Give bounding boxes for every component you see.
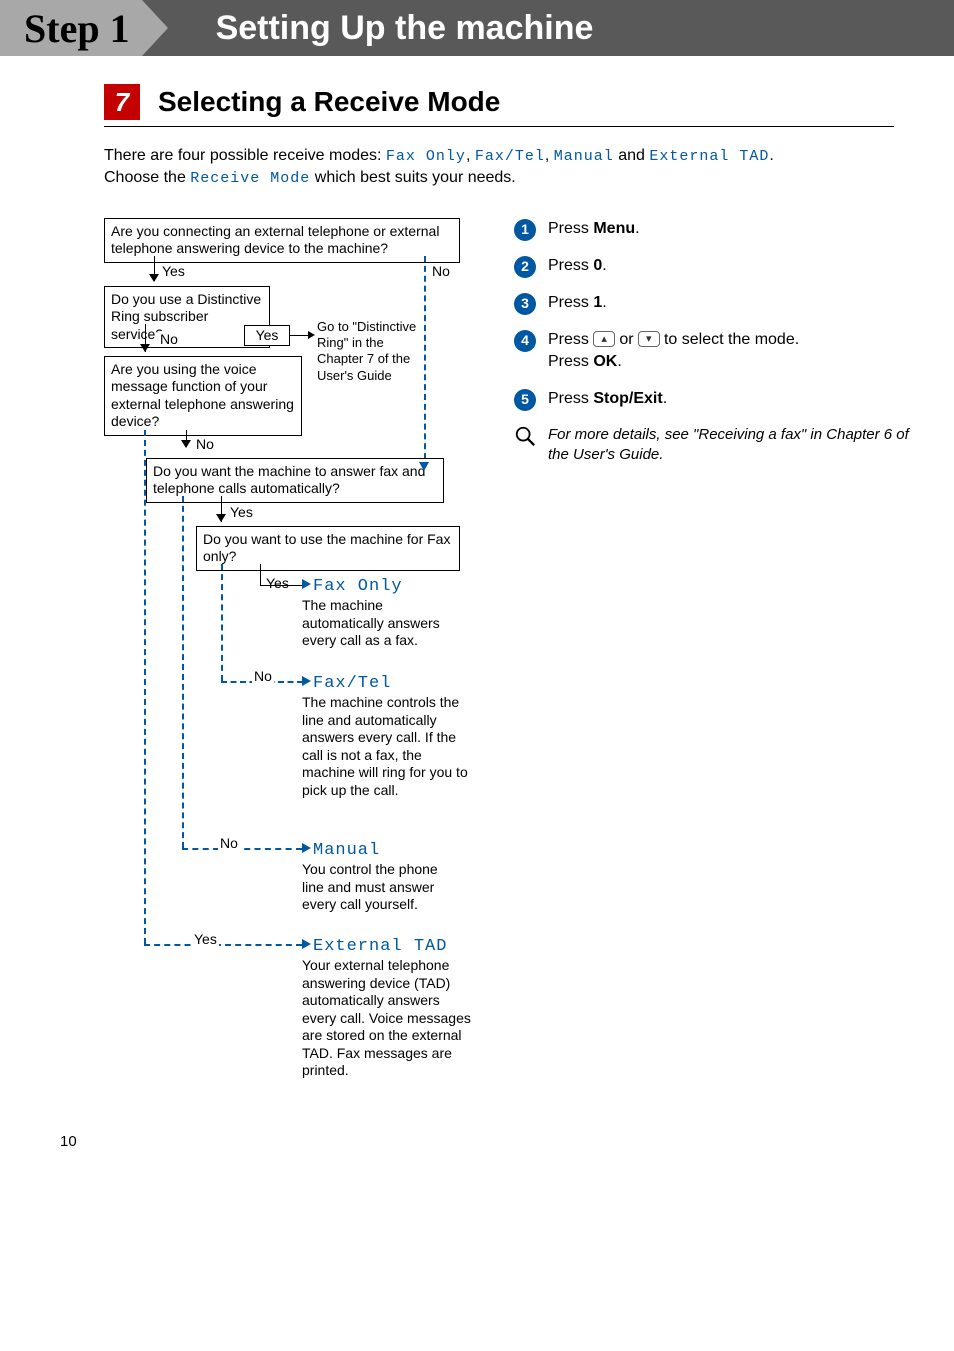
label-no: No xyxy=(430,263,452,279)
mode-label: Fax Only xyxy=(386,148,466,165)
note-text: For more details, see "Receiving a fax" … xyxy=(548,425,914,466)
steps-column: 1 Press Menu. 2 Press 0. 3 Press 1. 4 Pr… xyxy=(514,218,914,465)
flow-q1: Are you connecting an external telephone… xyxy=(104,218,460,263)
intro-part: There are four possible receive modes: xyxy=(104,147,386,164)
step-3: 3 Press 1. xyxy=(514,292,914,315)
mode-label: Manual xyxy=(554,148,614,165)
page-title: Setting Up the machine xyxy=(172,0,594,56)
label-yes: Yes xyxy=(264,575,291,591)
mode-title: Fax/Tel xyxy=(313,674,391,693)
step-1: 1 Press Menu. xyxy=(514,218,914,241)
section-number-badge: 7 xyxy=(104,84,140,120)
goto-text: Go to "Distinctive Ring" in the Chapter … xyxy=(317,319,423,384)
section-heading: 7 Selecting a Receive Mode xyxy=(104,84,894,127)
label-yes: Yes xyxy=(228,504,255,520)
magnifier-icon xyxy=(514,425,536,450)
intro-text: There are four possible receive modes: F… xyxy=(104,145,874,190)
section-title: Selecting a Receive Mode xyxy=(158,86,500,118)
step-badge: 3 xyxy=(514,293,536,315)
page-number: 10 xyxy=(60,1133,77,1150)
header-bar: Step 1 Setting Up the machine xyxy=(0,0,954,56)
mode-desc: The machine automatically answers every … xyxy=(302,597,440,648)
mode-desc: Your external telephone answering device… xyxy=(302,957,471,1078)
label-yes: Yes xyxy=(160,263,187,279)
outcome-fax-only: Fax Only The machine automatically answe… xyxy=(302,576,462,650)
mode-desc: The machine controls the line and automa… xyxy=(302,694,468,798)
mode-desc: You control the phone line and must answ… xyxy=(302,861,438,912)
step-text: Step 1 xyxy=(24,5,130,52)
down-arrow-icon: ▾ xyxy=(638,331,660,347)
mode-title: Manual xyxy=(313,841,380,860)
step-badge: 2 xyxy=(514,256,536,278)
flow-q5: Do you want to use the machine for Fax o… xyxy=(196,526,460,571)
label-no: No xyxy=(158,331,180,347)
label-no: No xyxy=(218,835,240,851)
key-ok: OK xyxy=(593,353,617,370)
key-0: 0 xyxy=(593,257,602,274)
flow-q3: Are you using the voice message function… xyxy=(104,356,302,436)
mode-title: Fax Only xyxy=(313,577,403,596)
outcome-external-tad: External TAD Your external telephone ans… xyxy=(302,936,472,1080)
step-badge: 1 xyxy=(514,219,536,241)
note: For more details, see "Receiving a fax" … xyxy=(514,425,914,466)
mode-label: Fax/Tel xyxy=(475,148,545,165)
label-no: No xyxy=(252,668,274,684)
up-arrow-icon: ▴ xyxy=(593,331,615,347)
label-no: No xyxy=(194,436,216,452)
flowchart: Are you connecting an external telephone… xyxy=(104,218,464,1098)
step-badge: 5 xyxy=(514,389,536,411)
mode-label: Receive Mode xyxy=(190,170,310,187)
key-menu: Menu xyxy=(593,220,635,237)
mode-label: External TAD xyxy=(649,148,769,165)
mode-title: External TAD xyxy=(313,937,447,956)
key-stop-exit: Stop/Exit xyxy=(593,390,662,407)
label-yes: Yes xyxy=(244,325,290,347)
outcome-manual: Manual You control the phone line and mu… xyxy=(302,840,462,914)
label-yes: Yes xyxy=(192,931,219,947)
key-1: 1 xyxy=(593,294,602,311)
outcome-fax-tel: Fax/Tel The machine controls the line an… xyxy=(302,673,470,799)
step-badge: 4 xyxy=(514,330,536,352)
step-label: Step 1 xyxy=(0,0,142,56)
chevron-icon xyxy=(142,0,168,56)
flow-q4: Do you want the machine to answer fax an… xyxy=(146,458,444,503)
step-5: 5 Press Stop/Exit. xyxy=(514,388,914,411)
step-2: 2 Press 0. xyxy=(514,255,914,278)
step-4: 4 Press ▴ or ▾ to select the mode. Press… xyxy=(514,329,914,374)
